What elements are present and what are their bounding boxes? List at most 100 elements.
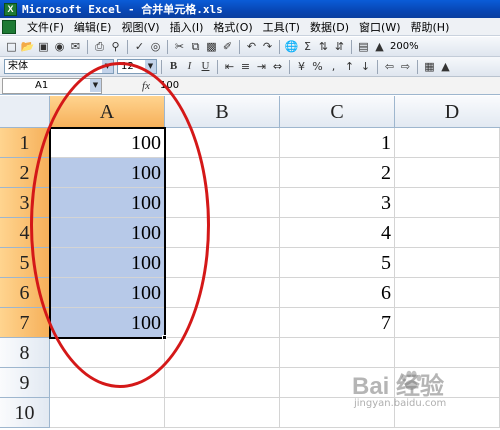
row-header-4[interactable]: 4	[0, 218, 50, 248]
save-icon[interactable]: ▣	[36, 39, 51, 54]
cell-d7[interactable]	[395, 308, 500, 338]
bold-button[interactable]: B	[166, 59, 181, 74]
cell-b10[interactable]	[165, 398, 280, 428]
decrease-indent-icon[interactable]: ⇦	[382, 59, 397, 74]
cell-a4[interactable]: 100	[50, 218, 165, 248]
menu-window[interactable]: 窗口(W)	[354, 19, 405, 35]
cell-c7[interactable]: 7	[280, 308, 395, 338]
spelling-icon[interactable]: ✓	[132, 39, 147, 54]
menu-tools[interactable]: 工具(T)	[258, 19, 305, 35]
row-header-10[interactable]: 10	[0, 398, 50, 428]
row-header-7[interactable]: 7	[0, 308, 50, 338]
cell-b7[interactable]	[165, 308, 280, 338]
decrease-decimal-icon[interactable]: ↓	[358, 59, 373, 74]
row-header-1[interactable]: 1	[0, 128, 50, 158]
cell-c2[interactable]: 2	[280, 158, 395, 188]
cell-d4[interactable]	[395, 218, 500, 248]
align-left-icon[interactable]: ⇤	[222, 59, 237, 74]
cell-a8[interactable]	[50, 338, 165, 368]
increase-indent-icon[interactable]: ⇨	[398, 59, 413, 74]
cell-a2[interactable]: 100	[50, 158, 165, 188]
cell-a6[interactable]: 100	[50, 278, 165, 308]
cell-b6[interactable]	[165, 278, 280, 308]
formula-input[interactable]: 100	[156, 80, 179, 91]
borders-icon[interactable]: ▦	[422, 59, 437, 74]
menu-file[interactable]: 文件(F)	[22, 19, 69, 35]
cell-b1[interactable]	[165, 128, 280, 158]
cell-b2[interactable]	[165, 158, 280, 188]
cell-c5[interactable]: 5	[280, 248, 395, 278]
menu-data[interactable]: 数据(D)	[305, 19, 354, 35]
currency-icon[interactable]: ¥	[294, 59, 309, 74]
fill-handle[interactable]	[162, 335, 167, 340]
chart-wizard-icon[interactable]: ▤	[356, 39, 371, 54]
font-name-select[interactable]: 宋体 ▼	[4, 59, 114, 74]
menu-insert[interactable]: 插入(I)	[165, 19, 209, 35]
email-icon[interactable]: ✉	[68, 39, 83, 54]
sort-descending-icon[interactable]: ⇵	[332, 39, 347, 54]
fill-color-icon[interactable]: ▲	[438, 59, 453, 74]
menu-view[interactable]: 视图(V)	[116, 19, 164, 35]
cell-a10[interactable]	[50, 398, 165, 428]
font-size-select[interactable]: 12 ▼	[117, 59, 157, 74]
cell-d6[interactable]	[395, 278, 500, 308]
cell-d8[interactable]	[395, 338, 500, 368]
menu-format[interactable]: 格式(O)	[208, 19, 257, 35]
select-all-corner[interactable]	[0, 96, 50, 128]
format-painter-icon[interactable]: ✐	[220, 39, 235, 54]
column-header-a[interactable]: A	[50, 96, 165, 128]
column-header-b[interactable]: B	[165, 96, 280, 128]
menu-help[interactable]: 帮助(H)	[406, 19, 455, 35]
paste-icon[interactable]: ▩	[204, 39, 219, 54]
column-header-c[interactable]: C	[280, 96, 395, 128]
sort-ascending-icon[interactable]: ⇅	[316, 39, 331, 54]
drawing-icon[interactable]: ▲	[372, 39, 387, 54]
undo-icon[interactable]: ↶	[244, 39, 259, 54]
column-header-d[interactable]: D	[395, 96, 500, 128]
row-header-5[interactable]: 5	[0, 248, 50, 278]
comma-style-icon[interactable]: ,	[326, 59, 341, 74]
cell-c4[interactable]: 4	[280, 218, 395, 248]
cell-a5[interactable]: 100	[50, 248, 165, 278]
zoom-select[interactable]: 200%	[388, 41, 419, 52]
row-header-2[interactable]: 2	[0, 158, 50, 188]
cell-a9[interactable]	[50, 368, 165, 398]
percent-style-button[interactable]: %	[310, 59, 325, 74]
permission-icon[interactable]: ◉	[52, 39, 67, 54]
open-folder-icon[interactable]: 📂	[20, 39, 35, 54]
research-icon[interactable]: ◎	[148, 39, 163, 54]
row-header-9[interactable]: 9	[0, 368, 50, 398]
row-header-6[interactable]: 6	[0, 278, 50, 308]
merge-center-icon[interactable]: ⇔	[270, 59, 285, 74]
insert-function-button[interactable]: fx	[136, 80, 156, 92]
excel-app-icon[interactable]: X	[4, 2, 17, 16]
autosum-icon[interactable]: Σ	[300, 39, 315, 54]
cell-c8[interactable]	[280, 338, 395, 368]
cell-b8[interactable]	[165, 338, 280, 368]
chevron-down-icon[interactable]: ▼	[102, 60, 113, 73]
italic-button[interactable]: I	[182, 59, 197, 74]
cell-a7[interactable]: 100	[50, 308, 165, 338]
row-header-8[interactable]: 8	[0, 338, 50, 368]
print-preview-icon[interactable]: ⚲	[108, 39, 123, 54]
cut-icon[interactable]: ✂	[172, 39, 187, 54]
cell-d1[interactable]	[395, 128, 500, 158]
align-center-icon[interactable]: ≡	[238, 59, 253, 74]
cell-c3[interactable]: 3	[280, 188, 395, 218]
cell-c6[interactable]: 6	[280, 278, 395, 308]
underline-button[interactable]: U	[198, 59, 213, 74]
copy-icon[interactable]: ⧉	[188, 39, 203, 54]
redo-icon[interactable]: ↷	[260, 39, 275, 54]
cell-b5[interactable]	[165, 248, 280, 278]
name-box[interactable]: A1 ▼	[2, 77, 102, 94]
cell-c1[interactable]: 1	[280, 128, 395, 158]
menu-edit[interactable]: 编辑(E)	[69, 19, 117, 35]
cell-a3[interactable]: 100	[50, 188, 165, 218]
cell-d5[interactable]	[395, 248, 500, 278]
new-document-icon[interactable]: □	[4, 39, 19, 54]
increase-decimal-icon[interactable]: ↑	[342, 59, 357, 74]
chevron-down-icon[interactable]: ▼	[90, 78, 101, 92]
print-icon[interactable]: ⎙	[92, 39, 107, 54]
row-header-3[interactable]: 3	[0, 188, 50, 218]
chevron-down-icon[interactable]: ▼	[145, 60, 156, 73]
